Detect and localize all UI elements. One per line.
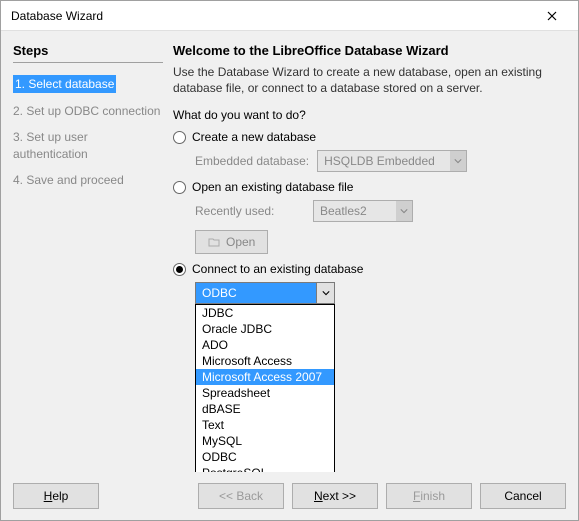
- back-button: << Back: [198, 483, 284, 509]
- embedded-db-value: HSQLDB Embedded: [324, 154, 435, 168]
- steps-sidebar: Steps 1. Select database 2. Set up ODBC …: [13, 43, 163, 472]
- connect-db-value: ODBC: [202, 286, 237, 300]
- chevron-down-icon: [450, 151, 466, 171]
- steps-heading: Steps: [13, 43, 163, 63]
- radio-create[interactable]: [173, 131, 186, 144]
- cancel-button[interactable]: Cancel: [480, 483, 566, 509]
- help-rest: elp: [52, 489, 68, 503]
- dropdown-item[interactable]: JDBC: [196, 305, 334, 321]
- dropdown-item[interactable]: Spreadsheet: [196, 385, 334, 401]
- dropdown-item[interactable]: Microsoft Access: [196, 353, 334, 369]
- recently-used-value: Beatles2: [320, 204, 367, 218]
- step-setup-odbc[interactable]: 2. Set up ODBC connection: [13, 103, 163, 119]
- window-title: Database Wizard: [11, 9, 530, 23]
- recently-used-label: Recently used:: [195, 204, 305, 218]
- chevron-down-icon: [396, 201, 412, 221]
- radio-connect[interactable]: [173, 263, 186, 276]
- next-button[interactable]: Next >>: [292, 483, 378, 509]
- option-open-row[interactable]: Open an existing database file: [173, 180, 566, 194]
- option-create-label: Create a new database: [192, 130, 316, 144]
- radio-open[interactable]: [173, 181, 186, 194]
- finish-button: Finish: [386, 483, 472, 509]
- page-title: Welcome to the LibreOffice Database Wiza…: [173, 43, 566, 58]
- connect-db-select[interactable]: ODBC: [195, 282, 335, 304]
- step-user-auth[interactable]: 3. Set up user authentication: [13, 129, 163, 161]
- option-connect-row[interactable]: Connect to an existing database: [173, 262, 566, 276]
- main-panel: Welcome to the LibreOffice Database Wiza…: [173, 43, 566, 472]
- embedded-db-select: HSQLDB Embedded: [317, 150, 467, 172]
- chevron-down-icon[interactable]: [316, 283, 334, 303]
- folder-open-icon: [208, 236, 220, 248]
- option-open-label: Open an existing database file: [192, 180, 353, 194]
- open-button: Open: [195, 230, 268, 254]
- dropdown-item[interactable]: Oracle JDBC: [196, 321, 334, 337]
- close-icon[interactable]: [530, 2, 574, 30]
- help-button[interactable]: Help: [13, 483, 99, 509]
- recently-used-select: Beatles2: [313, 200, 413, 222]
- question-label: What do you want to do?: [173, 108, 566, 122]
- step-select-database[interactable]: 1. Select database: [13, 75, 116, 93]
- dropdown-item[interactable]: Microsoft Access 2007: [196, 369, 334, 385]
- dropdown-item[interactable]: MySQL: [196, 433, 334, 449]
- dropdown-item[interactable]: ODBC: [196, 449, 334, 465]
- connect-db-dropdown[interactable]: JDBCOracle JDBCADOMicrosoft AccessMicros…: [195, 304, 335, 472]
- embedded-db-label: Embedded database:: [195, 154, 309, 168]
- dropdown-item[interactable]: dBASE: [196, 401, 334, 417]
- option-create-row[interactable]: Create a new database: [173, 130, 566, 144]
- dropdown-item[interactable]: Text: [196, 417, 334, 433]
- open-button-label: Open: [226, 235, 255, 249]
- page-desc: Use the Database Wizard to create a new …: [173, 64, 566, 96]
- titlebar: Database Wizard: [1, 1, 578, 31]
- footer: Help << Back Next >> Finish Cancel: [1, 472, 578, 520]
- step-save-proceed[interactable]: 4. Save and proceed: [13, 172, 163, 188]
- dropdown-item[interactable]: ADO: [196, 337, 334, 353]
- database-wizard-window: Database Wizard Steps 1. Select database…: [0, 0, 579, 521]
- dropdown-item[interactable]: PostgreSQL: [196, 465, 334, 472]
- option-connect-label: Connect to an existing database: [192, 262, 363, 276]
